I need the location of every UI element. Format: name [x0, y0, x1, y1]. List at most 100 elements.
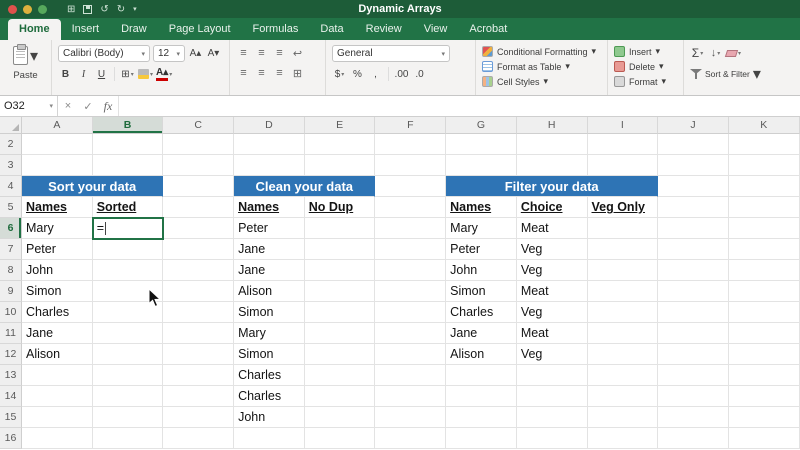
cell-J7[interactable]: [658, 239, 729, 260]
tab-page-layout[interactable]: Page Layout: [158, 19, 242, 40]
cell-H10[interactable]: Veg: [517, 302, 588, 323]
row-header-8[interactable]: 8: [0, 260, 22, 281]
cell-H2[interactable]: [517, 134, 588, 155]
tab-draw[interactable]: Draw: [110, 19, 158, 40]
cell-F4[interactable]: [375, 176, 446, 197]
cell-C2[interactable]: [163, 134, 234, 155]
cell-D5[interactable]: Names: [234, 197, 305, 218]
merge-center-button[interactable]: ⊞: [290, 65, 305, 81]
cell-H7[interactable]: Veg: [517, 239, 588, 260]
cell-H8[interactable]: Veg: [517, 260, 588, 281]
cell-G14[interactable]: [446, 386, 517, 407]
cell-J2[interactable]: [658, 134, 729, 155]
cell-J15[interactable]: [658, 407, 729, 428]
cell-C12[interactable]: [163, 344, 234, 365]
fill-color-button[interactable]: ▾: [138, 66, 153, 82]
cell-K9[interactable]: [729, 281, 800, 302]
tab-formulas[interactable]: Formulas: [242, 19, 310, 40]
formula-input[interactable]: [118, 96, 800, 116]
align-right-button[interactable]: ≡: [272, 65, 287, 81]
cell-C10[interactable]: [163, 302, 234, 323]
row-header-13[interactable]: 13: [0, 365, 22, 386]
cell-K16[interactable]: [729, 428, 800, 449]
clear-button[interactable]: ▾: [726, 45, 741, 61]
cell-J12[interactable]: [658, 344, 729, 365]
cell-G2[interactable]: [446, 134, 517, 155]
column-header-I[interactable]: I: [588, 117, 659, 134]
column-header-F[interactable]: F: [375, 117, 446, 134]
cell-F10[interactable]: [375, 302, 446, 323]
cell-D3[interactable]: [234, 155, 305, 176]
accounting-format-button[interactable]: $▾: [332, 66, 347, 82]
cell-K11[interactable]: [729, 323, 800, 344]
cell-D6[interactable]: Peter: [234, 218, 305, 239]
cell-E9[interactable]: [305, 281, 376, 302]
cell-C3[interactable]: [163, 155, 234, 176]
cell-B5[interactable]: Sorted: [93, 197, 164, 218]
view-grid-icon[interactable]: ⊞: [67, 4, 75, 15]
cell-B2[interactable]: [93, 134, 164, 155]
cell-G11[interactable]: Jane: [446, 323, 517, 344]
zoom-window-button[interactable]: [38, 5, 47, 14]
cell-G6[interactable]: Mary: [446, 218, 517, 239]
row-header-10[interactable]: 10: [0, 302, 22, 323]
cell-B15[interactable]: [93, 407, 164, 428]
cell-F2[interactable]: [375, 134, 446, 155]
insert-cells-button[interactable]: Insert ▾: [614, 45, 677, 58]
row-header-15[interactable]: 15: [0, 407, 22, 428]
cell-A12[interactable]: Alison: [22, 344, 93, 365]
close-window-button[interactable]: [8, 5, 17, 14]
cell-J13[interactable]: [658, 365, 729, 386]
cell-H12[interactable]: Veg: [517, 344, 588, 365]
column-header-G[interactable]: G: [446, 117, 517, 134]
cell-K6[interactable]: [729, 218, 800, 239]
cell-E6[interactable]: [305, 218, 376, 239]
cell-A9[interactable]: Simon: [22, 281, 93, 302]
cell-D14[interactable]: Charles: [234, 386, 305, 407]
cell-J9[interactable]: [658, 281, 729, 302]
font-size-select[interactable]: 12 ▾: [153, 45, 185, 62]
format-as-table-button[interactable]: Format as Table ▾: [482, 60, 601, 73]
cell-H3[interactable]: [517, 155, 588, 176]
tab-insert[interactable]: Insert: [61, 19, 111, 40]
paste-button[interactable]: ▾: [13, 46, 38, 66]
cell-J6[interactable]: [658, 218, 729, 239]
cell-B11[interactable]: [93, 323, 164, 344]
shrink-font-button[interactable]: A▾: [206, 46, 221, 62]
cell-K10[interactable]: [729, 302, 800, 323]
cell-F14[interactable]: [375, 386, 446, 407]
cell-G7[interactable]: Peter: [446, 239, 517, 260]
cell-A5[interactable]: Names: [22, 197, 93, 218]
column-header-H[interactable]: H: [517, 117, 588, 134]
cell-D10[interactable]: Simon: [234, 302, 305, 323]
cell-I6[interactable]: [588, 218, 659, 239]
cell-B8[interactable]: [93, 260, 164, 281]
cell-F16[interactable]: [375, 428, 446, 449]
name-box[interactable]: O32 ▾: [0, 96, 58, 116]
comma-style-button[interactable]: ,: [368, 66, 383, 82]
cell-H11[interactable]: Meat: [517, 323, 588, 344]
underline-button[interactable]: U: [94, 66, 109, 82]
cell-J3[interactable]: [658, 155, 729, 176]
cell-I10[interactable]: [588, 302, 659, 323]
minimize-window-button[interactable]: [23, 5, 32, 14]
column-header-D[interactable]: D: [234, 117, 305, 134]
row-header-9[interactable]: 9: [0, 281, 22, 302]
cell-B13[interactable]: [93, 365, 164, 386]
cell-A8[interactable]: John: [22, 260, 93, 281]
column-header-C[interactable]: C: [163, 117, 234, 134]
row-header-6[interactable]: 6: [0, 218, 22, 239]
fill-button[interactable]: ↓▾: [708, 45, 723, 61]
cell-F11[interactable]: [375, 323, 446, 344]
cell-D13[interactable]: Charles: [234, 365, 305, 386]
cell-D12[interactable]: Simon: [234, 344, 305, 365]
cell-C5[interactable]: [163, 197, 234, 218]
cell-C6[interactable]: [163, 218, 234, 239]
cell-G10[interactable]: Charles: [446, 302, 517, 323]
cell-I11[interactable]: [588, 323, 659, 344]
sort-filter-button[interactable]: Sort & Filter ▾: [690, 64, 794, 84]
cell-I14[interactable]: [588, 386, 659, 407]
bold-button[interactable]: B: [58, 66, 73, 82]
cell-E5[interactable]: No Dup: [305, 197, 376, 218]
column-header-A[interactable]: A: [22, 117, 93, 134]
